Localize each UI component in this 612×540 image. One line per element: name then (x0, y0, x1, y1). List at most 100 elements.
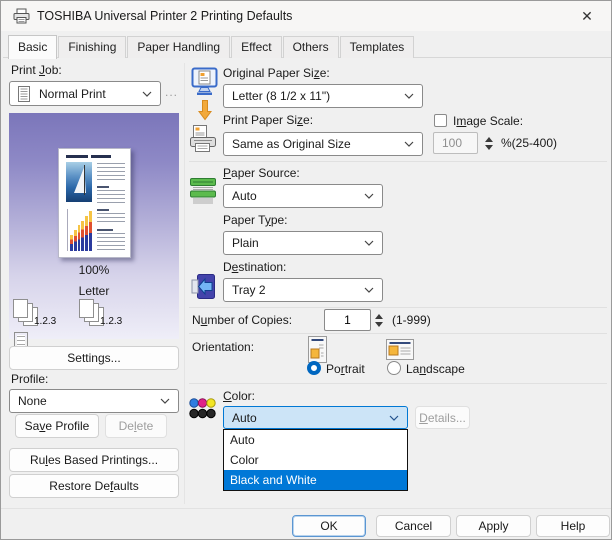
rules-based-printings-button[interactable]: Rules Based Printings... (9, 448, 179, 472)
landscape-radio[interactable] (387, 361, 401, 375)
image-scale-input[interactable] (433, 132, 478, 154)
cancel-button[interactable]: Cancel (376, 515, 451, 537)
apply-button[interactable]: Apply (456, 515, 531, 537)
destination-label: Destination: (223, 260, 286, 274)
color-dropdown-list: Auto Color Black and White (223, 429, 408, 491)
color-details-button[interactable]: Details... (415, 406, 470, 429)
chevron-down-icon (404, 93, 414, 99)
tab-finishing[interactable]: Finishing (58, 36, 126, 58)
tab-others[interactable]: Others (283, 36, 339, 58)
color-option-auto[interactable]: Auto (224, 430, 407, 450)
restore-defaults-button[interactable]: Restore Defaults (9, 474, 179, 498)
separator (189, 161, 607, 162)
original-paper-size-label: Original Paper Size: (223, 66, 330, 80)
toner-colors-icon (189, 398, 216, 419)
landscape-icon (386, 339, 414, 360)
ok-button[interactable]: OK (292, 515, 366, 537)
document-icon (18, 86, 30, 102)
orientation-label: Orientation: (192, 340, 254, 354)
preview-page (58, 148, 131, 258)
scale-arrow-icon (198, 100, 212, 121)
paper-type-label: Paper Type: (223, 213, 288, 227)
close-button[interactable]: ✕ (575, 6, 599, 26)
spin-down-icon[interactable] (485, 145, 493, 150)
collate-label: 1.2.3 (34, 316, 56, 327)
tab-effect[interactable]: Effect (231, 36, 281, 58)
print-job-label: Print Job: (11, 63, 62, 77)
print-job-value: Normal Print (39, 87, 106, 101)
save-profile-button[interactable]: Save Profile (15, 414, 99, 438)
delete-button[interactable]: Delete (105, 414, 167, 438)
portrait-icon (306, 336, 329, 363)
separator (189, 333, 607, 334)
paper-source-icon (189, 177, 217, 205)
panel-divider (184, 63, 185, 504)
collate-pages-icon: 1.2.3 (79, 299, 141, 333)
separator (189, 307, 607, 308)
tab-templates[interactable]: Templates (340, 36, 415, 58)
destination-dropdown[interactable]: Tray 2 (223, 278, 383, 302)
preview-paper-size: Letter (9, 284, 179, 298)
paper-source-label: Paper Source: (223, 166, 300, 180)
profile-label: Profile: (11, 372, 48, 386)
color-dropdown[interactable]: Auto (223, 406, 408, 429)
print-paper-size-label: Print Paper Size: (223, 113, 313, 127)
printing-defaults-dialog: TOSHIBA Universal Printer 2 Printing Def… (0, 0, 612, 540)
chevron-down-icon (364, 287, 374, 293)
profile-dropdown[interactable]: None (9, 389, 179, 413)
help-button[interactable]: Help (536, 515, 610, 537)
print-paper-size-icon (189, 125, 217, 153)
image-scale-spinner[interactable] (482, 132, 495, 154)
preview-bar-chart (67, 209, 92, 251)
color-option-color[interactable]: Color (224, 450, 407, 470)
footer-separator (1, 508, 612, 509)
print-preview: 100% Letter 1.2.3 1.2.3 (9, 113, 179, 339)
spin-up-icon[interactable] (375, 314, 383, 319)
tab-paper-handling[interactable]: Paper Handling (127, 36, 230, 58)
paper-type-value: Plain (232, 236, 259, 250)
original-paper-size-dropdown[interactable]: Letter (8 1/2 x 11") (223, 84, 423, 108)
portrait-radio[interactable] (307, 361, 321, 375)
print-job-dropdown[interactable]: Normal Print (9, 81, 161, 106)
preview-photo (66, 162, 92, 202)
settings-button[interactable]: Settings... (9, 346, 179, 370)
chevron-down-icon (404, 141, 414, 147)
chevron-down-icon (364, 240, 374, 246)
chevron-down-icon (389, 415, 399, 421)
print-job-more-button[interactable]: ... (165, 85, 178, 99)
preview-zoom-level: 100% (9, 263, 179, 277)
landscape-radio-label[interactable]: Landscape (406, 362, 465, 376)
chevron-down-icon (364, 193, 374, 199)
copies-input[interactable] (324, 309, 371, 331)
copies-range: (1-999) (392, 313, 431, 327)
image-scale-checkbox[interactable] (434, 114, 447, 127)
profile-value: None (18, 394, 47, 408)
copies-spinner[interactable] (372, 309, 385, 331)
tab-basic[interactable]: Basic (8, 35, 57, 59)
destination-icon (191, 273, 216, 300)
original-paper-size-value: Letter (8 1/2 x 11") (232, 89, 330, 103)
window-title: TOSHIBA Universal Printer 2 Printing Def… (37, 9, 292, 23)
paper-type-dropdown[interactable]: Plain (223, 231, 383, 255)
separator (189, 383, 607, 384)
print-paper-size-value: Same as Original Size (232, 137, 351, 151)
spin-up-icon[interactable] (485, 137, 493, 142)
paper-source-dropdown[interactable]: Auto (223, 184, 383, 208)
copies-label: Number of Copies: (192, 313, 292, 327)
print-paper-size-dropdown[interactable]: Same as Original Size (223, 132, 423, 156)
destination-value: Tray 2 (232, 283, 266, 297)
chevron-down-icon (160, 398, 170, 404)
original-paper-size-icon (191, 67, 218, 97)
paper-source-value: Auto (232, 189, 257, 203)
collate-pages-icon: 1.2.3 (13, 299, 75, 333)
title-bar: TOSHIBA Universal Printer 2 Printing Def… (1, 1, 612, 31)
chevron-down-icon (142, 91, 152, 97)
spin-down-icon[interactable] (375, 322, 383, 327)
image-scale-range: %(25-400) (501, 136, 557, 150)
color-option-black-and-white[interactable]: Black and White (224, 470, 407, 490)
color-value: Auto (232, 411, 257, 425)
image-scale-label: Image Scale: (453, 114, 523, 128)
color-label: Color: (223, 389, 255, 403)
tab-strip: Basic Finishing Paper Handling Effect Ot… (8, 34, 415, 58)
portrait-radio-label[interactable]: Portrait (326, 362, 365, 376)
